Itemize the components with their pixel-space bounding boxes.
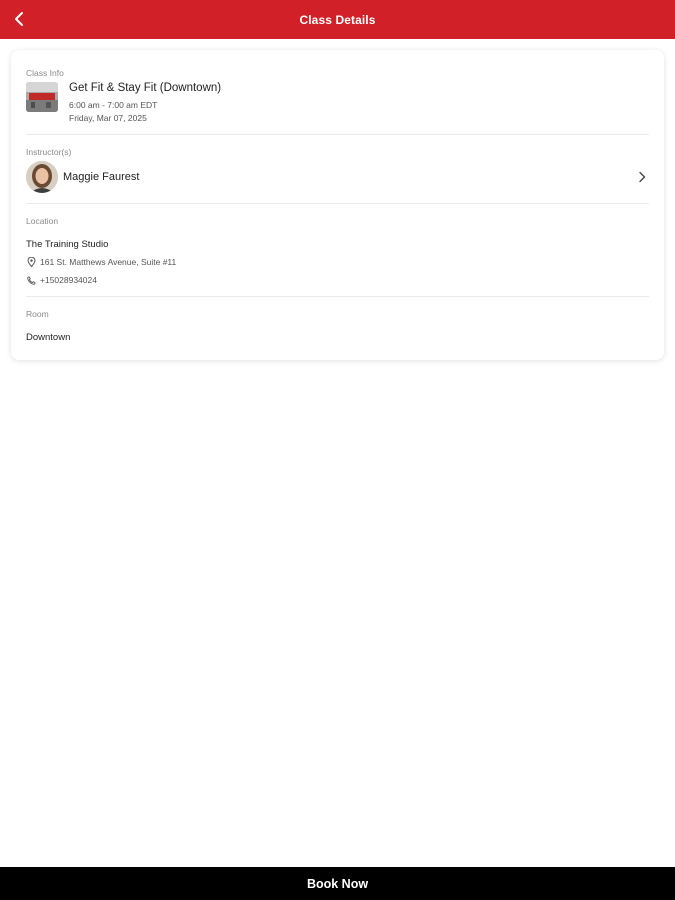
chevron-right-icon xyxy=(635,170,649,184)
chevron-left-icon xyxy=(15,12,23,26)
back-button[interactable] xyxy=(6,6,32,32)
top-app-bar: Class Details xyxy=(0,0,675,39)
map-pin-icon xyxy=(26,257,36,267)
class-info-label: Class Info xyxy=(26,68,64,78)
divider xyxy=(26,203,649,204)
instructor-name: Maggie Faurest xyxy=(63,171,140,183)
book-now-label: Book Now xyxy=(306,876,369,891)
class-time: 6:00 am - 7:00 am EDT xyxy=(69,100,158,110)
class-details-card: Class Info Get Fit & Stay Fit (Downtown)… xyxy=(11,50,664,360)
location-address[interactable]: 161 St. Matthews Avenue, Suite #11 xyxy=(26,257,176,267)
instructor-row[interactable]: Maggie Faurest xyxy=(26,160,649,194)
location-label: Location xyxy=(26,216,59,226)
address-text: 161 St. Matthews Avenue, Suite #11 xyxy=(40,257,177,267)
phone-icon xyxy=(26,275,36,285)
phone-text: +15028934024 xyxy=(40,275,97,285)
book-now-button[interactable]: Book Now xyxy=(0,867,675,900)
divider xyxy=(26,134,649,135)
class-title: Get Fit & Stay Fit (Downtown) xyxy=(69,82,222,94)
page-title: Class Details xyxy=(299,12,376,27)
location-name: The Training Studio xyxy=(26,239,109,250)
app-screen: Class Details Class Info Get Fit & Stay … xyxy=(0,0,675,900)
class-date: Friday, Mar 07, 2025 xyxy=(69,113,147,123)
room-value: Downtown xyxy=(26,332,71,343)
location-phone[interactable]: +15028934024 xyxy=(26,275,97,285)
divider xyxy=(26,296,649,297)
avatar xyxy=(26,161,58,193)
class-thumbnail xyxy=(26,82,58,112)
room-label: Room xyxy=(26,309,49,319)
instructors-label: Instructor(s) xyxy=(26,147,72,157)
